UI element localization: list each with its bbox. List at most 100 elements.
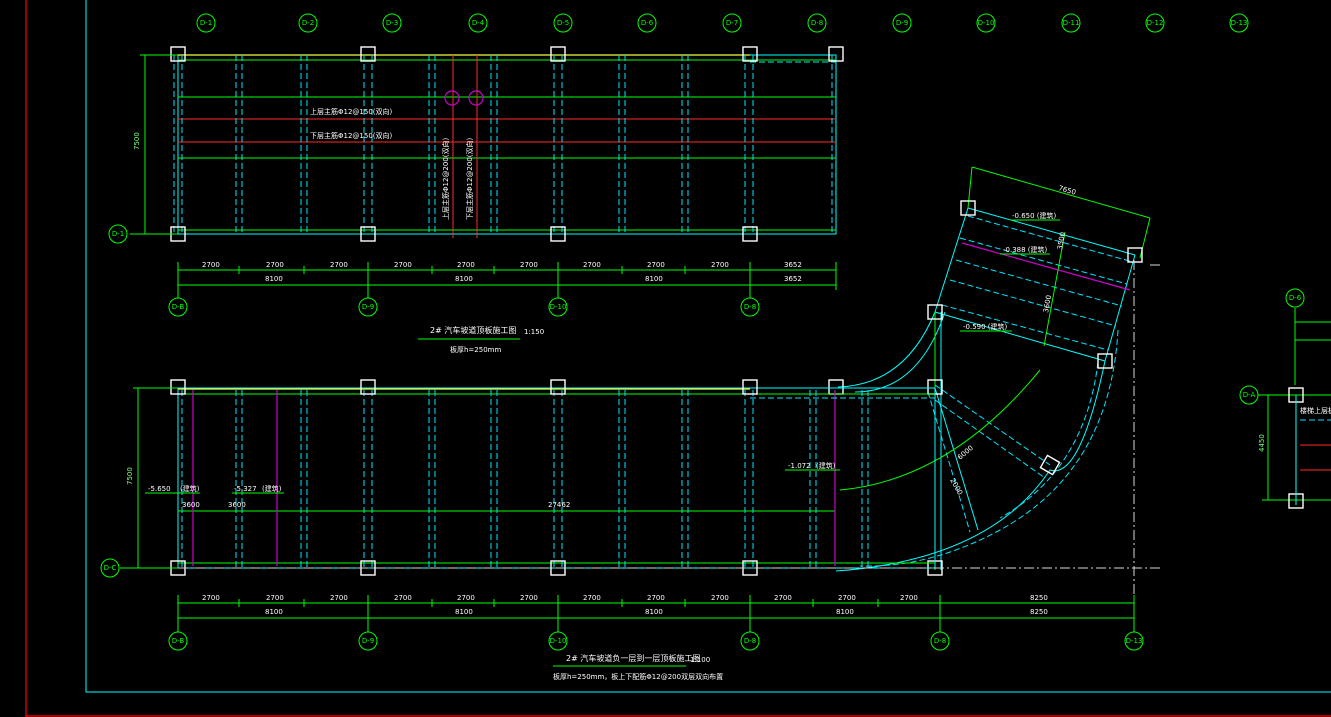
- svg-text:D-2: D-2: [302, 19, 314, 27]
- height-dim: 7500: [126, 467, 134, 485]
- col-axis-label: D-8: [744, 303, 756, 311]
- svg-text:D-8: D-8: [811, 19, 823, 27]
- axis-bubble: D-5: [553, 13, 573, 33]
- svg-text:8100: 8100: [645, 275, 663, 283]
- axis-bubble: D-8: [807, 13, 827, 33]
- svg-text:2700: 2700: [266, 594, 284, 602]
- rebar-label: 上层主筋Φ12@200(双向): [441, 137, 450, 220]
- axis-bubble: D-13: [1229, 13, 1249, 33]
- svg-text:27462: 27462: [548, 501, 570, 509]
- svg-text:8100: 8100: [265, 275, 283, 283]
- svg-text:2700: 2700: [520, 261, 538, 269]
- axis-bubble: D-12: [1145, 13, 1165, 33]
- partial-view: D-6 D-A 4450 楼梯上层板: [1239, 288, 1331, 509]
- svg-text:2700: 2700: [711, 261, 729, 269]
- slab-outline-1: [177, 54, 837, 235]
- svg-text:2700: 2700: [711, 594, 729, 602]
- plan-2: -5.650 (建筑) -5.327 (建筑) -1.072 (建筑) 3600…: [100, 379, 1160, 681]
- plan-1-note: 板厚h=250mm: [450, 345, 501, 354]
- height-dim: 7500: [133, 132, 141, 150]
- svg-text:8100: 8100: [455, 608, 473, 616]
- plan-2-scale: 1:100: [690, 656, 710, 664]
- axis-bubble: D-2: [298, 13, 318, 33]
- svg-text:2700: 2700: [394, 261, 412, 269]
- rebar-label: 上层主筋Φ12@150(双向): [310, 107, 393, 116]
- svg-text:2700: 2700: [583, 594, 601, 602]
- svg-text:2700: 2700: [457, 261, 475, 269]
- svg-text:8100: 8100: [455, 275, 473, 283]
- col-axis-label: D-10: [550, 637, 567, 645]
- col-axis-label: D-13: [1126, 637, 1143, 645]
- svg-text:D-11: D-11: [1063, 19, 1080, 27]
- level-label: -0.590 (建筑): [963, 322, 1008, 331]
- ramp-plan: 7650 3500 3600 6000 2000 -0.650 (建筑) -0.…: [828, 166, 1160, 600]
- svg-text:(建筑): (建筑): [816, 461, 836, 470]
- cad-drawing: D-1 D-2 D-3 D-4 D-5 D-6 D-7 D-8 D-9 D-10…: [25, 0, 1331, 717]
- col-axis-label: D-8: [744, 637, 756, 645]
- plan-1-title: 2# 汽车坡道顶板施工图: [430, 325, 516, 335]
- svg-text:D-9: D-9: [896, 19, 908, 27]
- ramp-dim-top: 7650: [1057, 184, 1076, 197]
- svg-text:2700: 2700: [330, 594, 348, 602]
- svg-text:D-4: D-4: [472, 19, 485, 27]
- svg-text:4450: 4450: [1258, 434, 1266, 452]
- axis-bubble: D-1: [196, 13, 216, 33]
- row-axis-label: D-1: [112, 230, 124, 238]
- svg-text:2700: 2700: [583, 261, 601, 269]
- svg-text:3652: 3652: [784, 275, 802, 283]
- svg-text:D-13: D-13: [1231, 19, 1248, 27]
- beam-lines: [181, 390, 935, 568]
- rebar-label: 下层主筋Φ12@150(双向): [310, 131, 393, 140]
- plan-1: 上层主筋Φ12@150(双向) 下层主筋Φ12@150(双向) 上层主筋Φ12@…: [108, 46, 844, 354]
- svg-text:D-7: D-7: [726, 19, 738, 27]
- plan-2-note: 板厚h=250mm，板上下配筋Φ12@200双层双向布置: [553, 672, 723, 681]
- axis-bubble: D-7: [722, 13, 742, 33]
- svg-text:2700: 2700: [520, 594, 538, 602]
- top-axis-bubbles: D-1 D-2 D-3 D-4 D-5 D-6 D-7 D-8 D-9 D-10…: [196, 13, 1249, 33]
- axis-bubble: D-11: [1061, 13, 1081, 33]
- axis-bubble: D-3: [382, 13, 402, 33]
- svg-text:2700: 2700: [647, 594, 665, 602]
- svg-text:D-3: D-3: [386, 19, 398, 27]
- axis-bubble: D-6: [637, 13, 657, 33]
- svg-text:2000: 2000: [948, 477, 964, 496]
- svg-text:D-6: D-6: [641, 19, 654, 27]
- svg-text:8100: 8100: [265, 608, 283, 616]
- svg-text:D-10: D-10: [978, 19, 995, 27]
- level-label: -5.650: [148, 485, 171, 493]
- rebar-label: 下层主筋Φ12@200(双向): [465, 137, 474, 220]
- axis-bubble: D-4: [468, 13, 488, 33]
- axis-bubble: D-9: [892, 13, 912, 33]
- axis-bubble: D-10: [976, 13, 996, 33]
- inner-frame: [85, 0, 1331, 693]
- svg-text:3500: 3500: [1056, 231, 1067, 250]
- level-label: -0.388 (建筑): [1003, 245, 1048, 254]
- level-label: -1.072: [788, 462, 811, 470]
- dims-row-2: 8100 8100 8100 8100 8250: [265, 608, 1048, 616]
- svg-text:2700: 2700: [774, 594, 792, 602]
- svg-text:D-1: D-1: [200, 19, 212, 27]
- svg-text:D-6: D-6: [1289, 294, 1302, 302]
- svg-text:D-A: D-A: [1243, 391, 1256, 399]
- plan-2-title: 2# 汽车坡道负一层到一层顶板施工图: [566, 653, 700, 663]
- col-axis-label: D-9: [362, 303, 374, 311]
- slab-outline-2: [177, 387, 936, 569]
- svg-text:2700: 2700: [330, 261, 348, 269]
- col-axis-label: D-B: [172, 637, 185, 645]
- svg-text:2700: 2700: [202, 261, 220, 269]
- beam-lines: [173, 55, 836, 234]
- col-axis-label: D-9: [362, 637, 374, 645]
- svg-text:(建筑): (建筑): [180, 484, 200, 493]
- dims-row-2: 8100 8100 8100 3652: [265, 275, 802, 283]
- svg-text:3600: 3600: [182, 501, 200, 509]
- svg-text:2700: 2700: [202, 594, 220, 602]
- svg-text:2700: 2700: [457, 594, 475, 602]
- svg-text:2700: 2700: [900, 594, 918, 602]
- svg-text:8100: 8100: [645, 608, 663, 616]
- svg-text:2700: 2700: [647, 261, 665, 269]
- col-axis-label: D-B: [172, 303, 185, 311]
- svg-text:2700: 2700: [394, 594, 412, 602]
- svg-text:(建筑): (建筑): [262, 484, 282, 493]
- dims-row-1: 2700 2700 2700 2700 2700 2700 2700 2700 …: [202, 261, 802, 269]
- svg-text:8100: 8100: [836, 608, 854, 616]
